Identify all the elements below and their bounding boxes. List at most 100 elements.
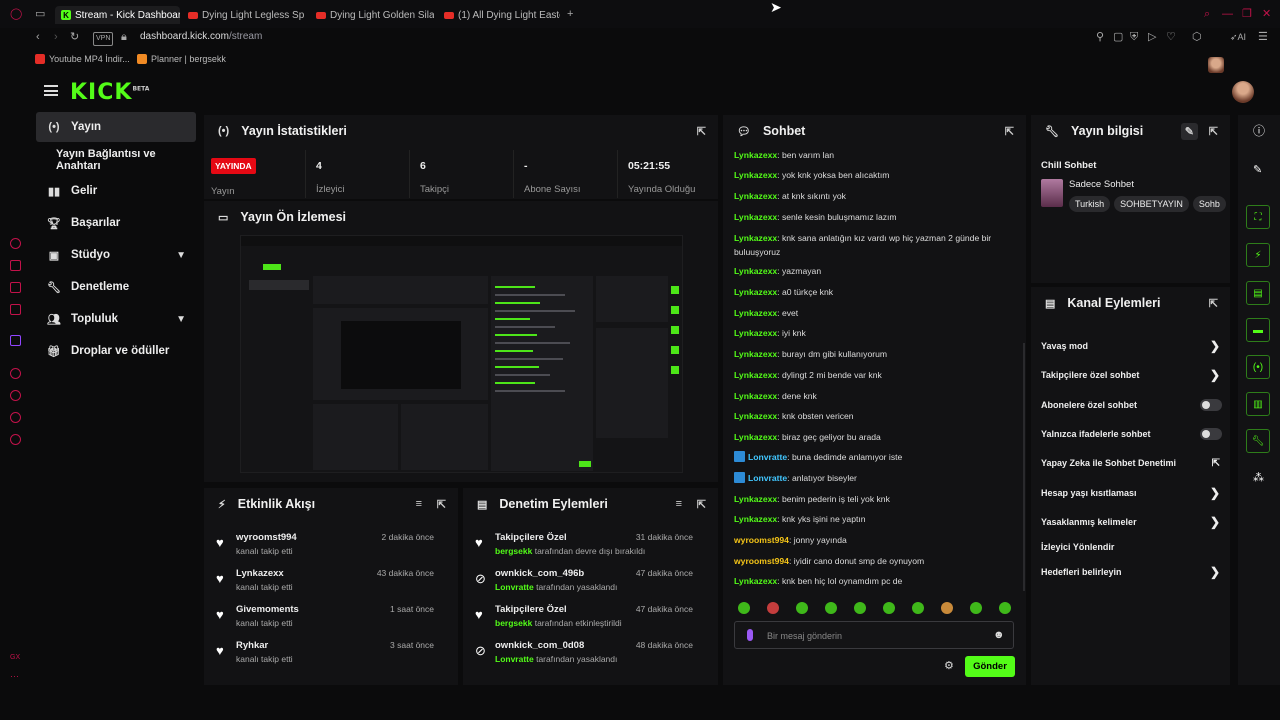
emote-icon[interactable]: [912, 602, 924, 614]
emote-icon[interactable]: [883, 602, 895, 614]
share-icon[interactable]: ⁂: [1253, 472, 1264, 484]
edit-icon[interactable]: ✎: [1253, 164, 1262, 176]
moderator-name[interactable]: Lonvratte: [495, 654, 534, 664]
tab-youtube-2[interactable]: Dying Light Golden Silahları: [316, 6, 434, 24]
activity-user[interactable]: Lynkazexx: [236, 568, 284, 579]
chat-username[interactable]: Lynkazexx: [734, 391, 777, 401]
activity-user[interactable]: Ryhkar: [236, 640, 268, 651]
emote-icon[interactable]: [941, 602, 953, 614]
notes-tool-button[interactable]: ▤: [1246, 281, 1270, 305]
chat-username[interactable]: Lynkazexx: [734, 287, 777, 297]
chat-username[interactable]: Lynkazexx: [734, 266, 777, 276]
popout-icon[interactable]: ⇱: [697, 125, 706, 138]
reload-icon[interactable]: ↻: [70, 31, 79, 43]
chat-username[interactable]: Lynkazexx: [734, 212, 777, 222]
chat-username[interactable]: Lynkazexx: [734, 576, 777, 586]
sidebar-app-icon[interactable]: [10, 282, 21, 293]
tag-chip[interactable]: SOHBETYAYIN: [1114, 196, 1189, 212]
action-banned-words[interactable]: Yasaklanmış kelimeler ❯: [1041, 512, 1226, 532]
popout-icon[interactable]: ⇱: [1209, 125, 1218, 138]
heart-icon[interactable]: ♡: [1166, 31, 1176, 43]
tag-chip[interactable]: Sohb: [1192, 196, 1226, 212]
clip-tool-button[interactable]: ⛶: [1246, 205, 1270, 229]
popout-icon[interactable]: ⇱: [437, 498, 446, 511]
popout-icon[interactable]: ⇱: [1209, 297, 1218, 310]
action-followers-only[interactable]: Takipçilere özel sohbet ❯: [1041, 365, 1226, 385]
emoji-icon[interactable]: ☻: [993, 629, 1005, 641]
vpn-badge[interactable]: VPN: [93, 32, 114, 46]
send-button[interactable]: Gönder: [965, 656, 1015, 677]
chat-username[interactable]: Lynkazexx: [734, 411, 777, 421]
broadcast-tool-button[interactable]: (•): [1246, 355, 1270, 379]
chat-username[interactable]: Lonvratte: [748, 473, 787, 483]
tag-chip[interactable]: Turkish: [1069, 196, 1111, 212]
play-icon[interactable]: ▷: [1148, 31, 1156, 43]
sidebar-app-icon[interactable]: [10, 260, 21, 271]
minimize-icon[interactable]: —: [1222, 8, 1233, 20]
emote-icon[interactable]: [970, 602, 982, 614]
more-icon[interactable]: ···: [10, 670, 19, 682]
chat-username[interactable]: Lynkazexx: [734, 233, 777, 243]
tab-kick-dashboard[interactable]: K Stream - Kick Dashboard: [55, 6, 180, 24]
subscribers-only-toggle[interactable]: [1200, 399, 1222, 411]
sidebar-app-icon[interactable]: [10, 412, 21, 423]
sidebar-item-stream-key[interactable]: Yayın Bağlantısı ve Anahtarı: [36, 145, 196, 175]
popout-icon[interactable]: ⇱: [1005, 125, 1014, 138]
new-tab-icon[interactable]: +: [567, 8, 573, 20]
chat-input[interactable]: Bir mesaj gönderin ☻: [734, 621, 1014, 649]
action-ai-moderation[interactable]: Yapay Zeka ile Sohbet Denetimi ⇱: [1041, 453, 1226, 473]
bolt-tool-button[interactable]: ⚡︎: [1246, 243, 1270, 267]
kick-logo[interactable]: KICKBETA: [70, 80, 149, 105]
history-icon[interactable]: [10, 390, 21, 401]
sidebar-item-gelir[interactable]: ▮▮ Gelir: [36, 176, 196, 206]
maximize-icon[interactable]: ❐: [1242, 8, 1252, 20]
chat-username[interactable]: Lynkazexx: [734, 432, 777, 442]
moderator-name[interactable]: bergsekk: [495, 618, 532, 628]
user-avatar[interactable]: [1232, 81, 1254, 103]
settings-icon[interactable]: [10, 434, 21, 445]
category-thumbnail[interactable]: [1041, 179, 1063, 207]
action-account-age[interactable]: Hesap yaşı kısıtlaması ❯: [1041, 483, 1226, 503]
sidebar-item-droplar[interactable]: 🎁︎ Droplar ve ödüller: [36, 336, 196, 366]
chat-scrollbar[interactable]: [1023, 343, 1025, 591]
sidebar-app-icon[interactable]: [10, 238, 21, 249]
category-name[interactable]: Sadece Sohbet: [1069, 179, 1134, 190]
moderator-name[interactable]: Lonvratte: [495, 582, 534, 592]
tab-youtube-3[interactable]: (1) All Dying Light Easter Eg: [444, 6, 560, 24]
ai-button[interactable]: ➶AI: [1230, 31, 1246, 43]
moderation-target[interactable]: ownkick_com_496b: [495, 568, 584, 579]
action-set-goals[interactable]: Hedefleri belirleyin ❯: [1041, 562, 1226, 582]
emote-icon[interactable]: [796, 602, 808, 614]
chat-username[interactable]: Lynkazexx: [734, 370, 777, 380]
chat-username[interactable]: Lynkazexx: [734, 514, 777, 524]
sidebar-item-yayin[interactable]: (•) Yayın: [36, 112, 196, 142]
chat-username[interactable]: Lynkazexx: [734, 150, 777, 160]
wrench-tool-button[interactable]: 🔧︎: [1246, 429, 1270, 453]
action-slow-mode[interactable]: Yavaş mod ❯: [1041, 336, 1226, 356]
sidebar-app-icon[interactable]: [10, 368, 21, 379]
tab-youtube-1[interactable]: Dying Light Legless Spider: [188, 6, 304, 24]
chat-tool-button[interactable]: ▬: [1246, 318, 1270, 342]
sidebar-item-studyo[interactable]: ▣ Stüdyo ▼: [36, 240, 196, 270]
pin-icon[interactable]: ⚲: [1096, 31, 1104, 43]
url-text[interactable]: dashboard.kick.com/stream: [140, 31, 262, 42]
emote-icon[interactable]: [999, 602, 1011, 614]
chat-username[interactable]: wyroomst994: [734, 556, 789, 566]
chat-username[interactable]: Lynkazexx: [734, 494, 777, 504]
gear-icon[interactable]: ⚙︎: [944, 660, 954, 672]
action-emotes-only[interactable]: Yalnızca ifadelerle sohbet: [1041, 424, 1226, 444]
menu-icon[interactable]: ☰: [1258, 31, 1268, 43]
bookmark-youtube-mp4[interactable]: Youtube MP4 İndir...: [49, 54, 130, 64]
search-icon[interactable]: ⌕: [1204, 8, 1210, 20]
sidebar-item-basarilar[interactable]: 🏆︎ Başarılar: [36, 208, 196, 238]
popout-icon[interactable]: ⇱: [697, 498, 706, 511]
sidebar-item-denetleme[interactable]: 🔧︎ Denetleme: [36, 272, 196, 302]
layout-tool-button[interactable]: ▥: [1246, 392, 1270, 416]
info-icon[interactable]: ⓘ: [1253, 125, 1265, 137]
moderator-name[interactable]: bergsekk: [495, 546, 532, 556]
activity-user[interactable]: wyroomst994: [236, 532, 297, 543]
snapshot-icon[interactable]: ▢: [1113, 31, 1123, 43]
chat-username[interactable]: Lynkazexx: [734, 349, 777, 359]
back-icon[interactable]: ‹: [36, 31, 40, 43]
edit-icon[interactable]: ✎: [1180, 122, 1198, 140]
